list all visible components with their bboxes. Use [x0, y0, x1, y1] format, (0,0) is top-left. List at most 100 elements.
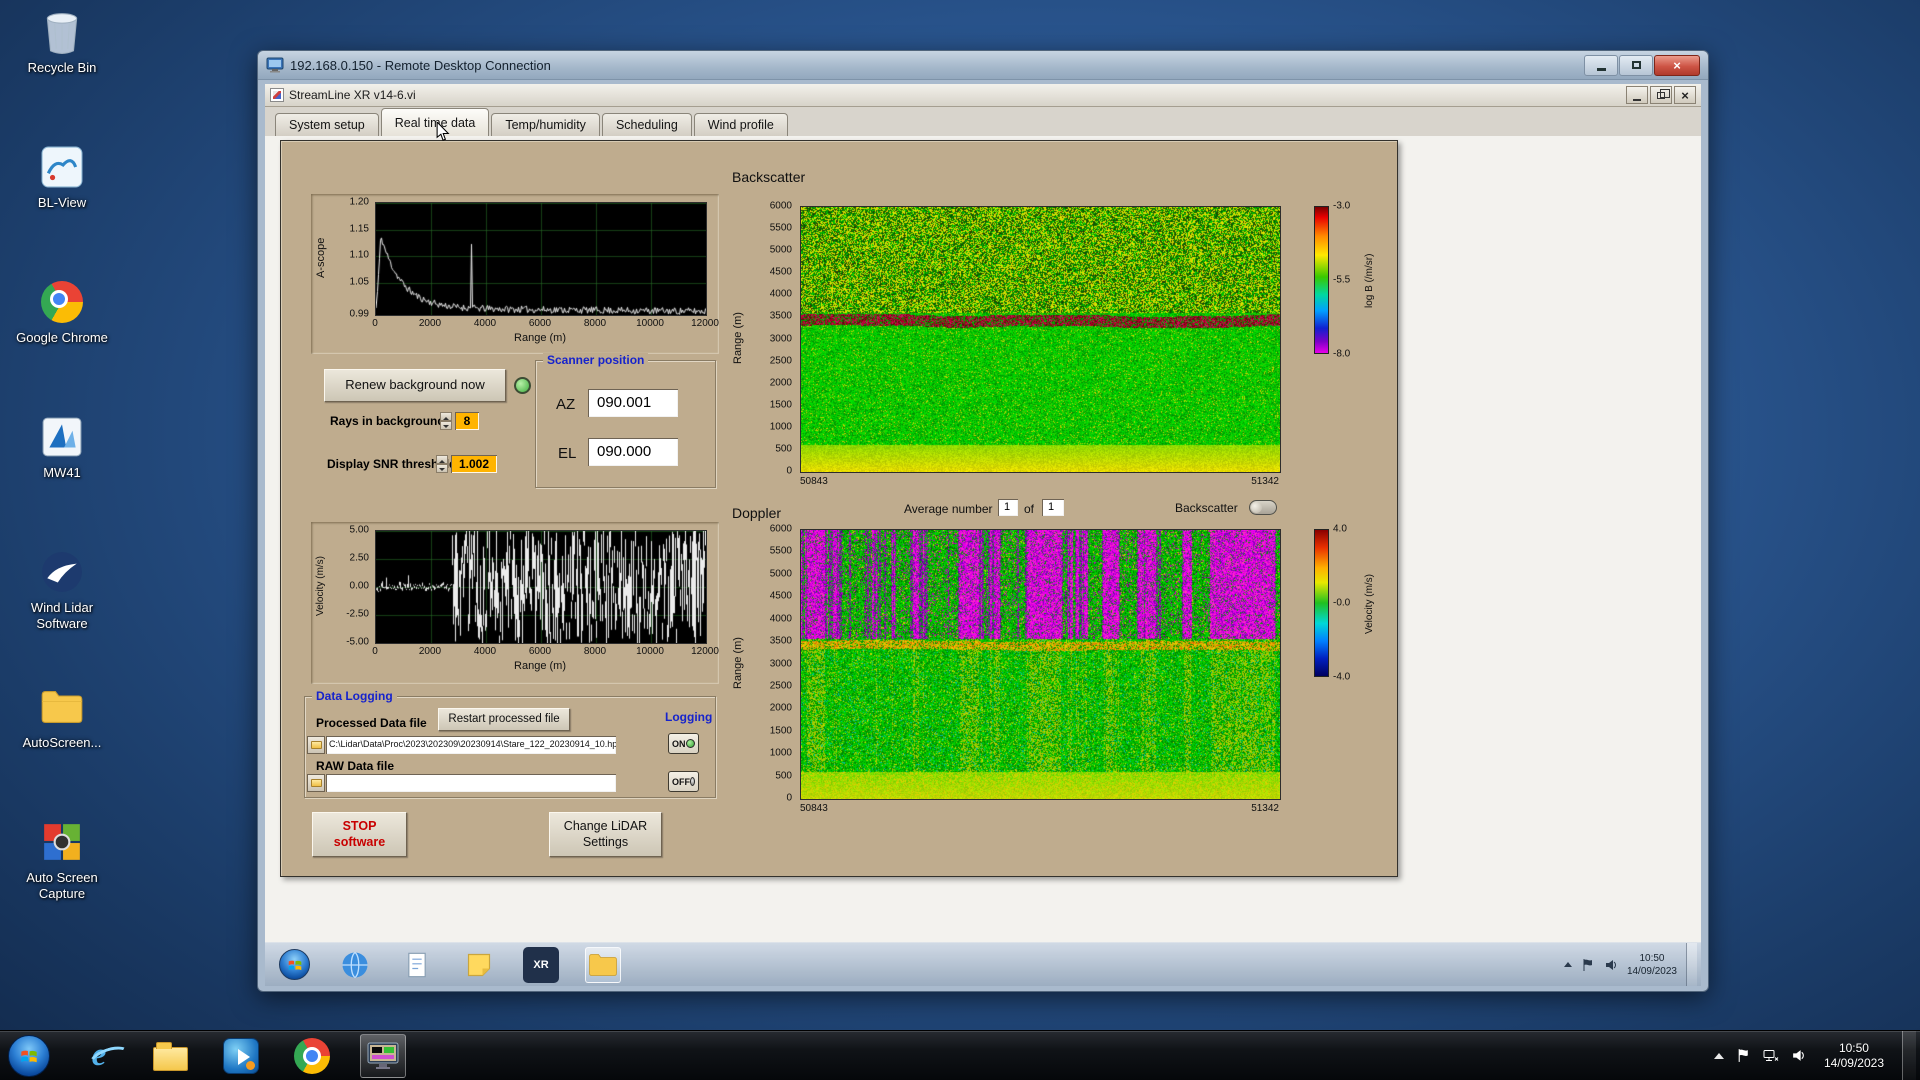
tab-temp-humidity[interactable]: Temp/humidity: [491, 113, 600, 136]
tick-label: 0.99: [349, 308, 369, 320]
velocity-y-axis-label: Velocity (m/s): [315, 556, 326, 617]
xr-app-icon: XR: [533, 958, 549, 971]
el-field[interactable]: 090.000: [588, 438, 678, 466]
app-restore-button[interactable]: [1650, 86, 1672, 104]
tab-scheduling[interactable]: Scheduling: [601, 113, 692, 136]
change-lidar-settings-button[interactable]: Change LiDAR Settings: [549, 812, 662, 857]
a-scope-x-ticks: 0 2000 4000 6000 8000 10000 12000: [372, 318, 719, 330]
clock-date: 14/09/2023: [1823, 1055, 1884, 1070]
processed-path-field[interactable]: C:\Lidar\Data\Proc\2023\202309\20230914\…: [326, 736, 616, 754]
tick-label: 10000: [636, 646, 664, 657]
decrement-icon[interactable]: [440, 421, 452, 430]
taskbar-item-chrome[interactable]: [289, 1034, 335, 1078]
remote-taskbar-xr-app[interactable]: XR: [523, 946, 559, 983]
network-icon[interactable]: [1763, 1048, 1779, 1063]
processed-logging-switch[interactable]: ON: [668, 733, 699, 754]
tick-label: 2000: [418, 646, 442, 657]
remote-taskbar-sticky-notes[interactable]: [461, 947, 497, 983]
wind-lidar-icon: [38, 548, 86, 596]
raw-logging-switch[interactable]: OFF: [668, 771, 699, 792]
app-title: StreamLine XR v14-6.vi: [289, 88, 416, 102]
desktop-icon-list: Recycle Bin BL-View Google Chrome MW41 W…: [10, 8, 114, 928]
rays-spinner[interactable]: [440, 412, 452, 430]
processed-path-browse-button[interactable]: [307, 736, 325, 754]
remote-clock[interactable]: 10:50 14/09/2023: [1627, 952, 1677, 978]
tick-label: 3500: [769, 635, 792, 647]
tray-caret-icon[interactable]: [1713, 1052, 1724, 1059]
start-button[interactable]: [8, 1034, 50, 1077]
backscatter-display-toggle[interactable]: [1249, 500, 1277, 515]
remote-tray-caret-icon[interactable]: [1563, 962, 1572, 967]
desktop-icon-label: BL-View: [37, 195, 87, 210]
tick-label: -0.0: [1333, 597, 1351, 609]
tick-label: -3.0: [1333, 200, 1351, 212]
taskbar-item-rdp-session[interactable]: [360, 1033, 406, 1078]
taskbar-item-windows-explorer[interactable]: [147, 1034, 193, 1078]
desktop-icon-autoscreen-folder[interactable]: AutoScreen...: [10, 683, 114, 793]
tick-label: 3000: [769, 658, 792, 669]
desktop-icon-google-chrome[interactable]: Google Chrome: [10, 278, 114, 388]
doppler-title: Doppler: [732, 505, 782, 521]
desktop-icon-wind-lidar[interactable]: Wind Lidar Software: [10, 548, 114, 658]
raw-path-field[interactable]: [326, 774, 616, 792]
taskbar-item-internet-explorer[interactable]: e: [76, 1034, 122, 1078]
remote-tray-volume-icon[interactable]: [1604, 958, 1618, 972]
rdp-icon: [266, 57, 284, 73]
taskbar-item-media-player[interactable]: [218, 1034, 264, 1078]
remote-taskbar-notepad[interactable]: [399, 947, 435, 983]
off-label: OFF: [672, 776, 690, 787]
desktop-icon-auto-screen-capture[interactable]: Auto Screen Capture: [10, 818, 114, 928]
az-field[interactable]: 090.001: [588, 389, 678, 417]
restart-processed-file-button[interactable]: Restart processed file: [438, 708, 570, 731]
rdp-close-button[interactable]: ×: [1654, 54, 1700, 76]
tick-label: 4500: [769, 590, 792, 602]
show-desktop-button[interactable]: [1902, 1031, 1916, 1080]
tick-label: 4000: [473, 646, 497, 657]
windows-flag-icon: [21, 1050, 37, 1062]
snr-threshold-field[interactable]: 1.002: [451, 455, 497, 473]
desktop-icon-bl-view[interactable]: BL-View: [10, 143, 114, 253]
action-center-flag-icon[interactable]: [1736, 1048, 1751, 1063]
tick-label: 1.10: [349, 249, 369, 261]
tick-label: 1.20: [349, 196, 369, 208]
desktop-icon-recycle-bin[interactable]: Recycle Bin: [10, 8, 114, 118]
vi-icon: [270, 88, 284, 102]
remote-tray-flag-icon[interactable]: [1581, 958, 1595, 972]
taskbar-clock[interactable]: 10:50 14/09/2023: [1824, 1041, 1884, 1071]
tick-label: 12000: [691, 646, 719, 657]
renew-background-button[interactable]: Renew background now: [324, 369, 506, 402]
remote-start-button[interactable]: [279, 949, 310, 980]
rdp-titlebar[interactable]: 192.168.0.150 - Remote Desktop Connectio…: [258, 51, 1708, 80]
change-button-line1: Change LiDAR: [563, 818, 648, 833]
average-total-field[interactable]: 1: [1042, 499, 1064, 516]
decrement-icon[interactable]: [436, 464, 448, 473]
sticky-note-icon: [467, 953, 491, 976]
volume-icon[interactable]: [1791, 1048, 1806, 1063]
tab-system-setup[interactable]: System setup: [275, 113, 379, 136]
increment-icon[interactable]: [440, 412, 452, 421]
front-panel: A-scope 1.20 1.15 1.10 1.05 0.99 0 2000 4000 60…: [280, 140, 1398, 877]
rays-in-background-field[interactable]: 8: [455, 412, 479, 430]
remote-taskbar-explorer-active[interactable]: [585, 946, 621, 983]
average-number-field[interactable]: 1: [998, 499, 1018, 516]
remote-taskbar-internet-explorer[interactable]: [337, 947, 373, 983]
tab-wind-profile[interactable]: Wind profile: [693, 113, 788, 136]
close-icon: ×: [1681, 87, 1689, 103]
tick-label: 0: [786, 465, 792, 477]
tick-label: 0.00: [349, 580, 369, 592]
snr-spinner[interactable]: [436, 455, 448, 473]
app-titlebar[interactable]: StreamLine XR v14-6.vi ×: [265, 84, 1701, 107]
tick-label: 1500: [769, 399, 792, 411]
remote-show-desktop-button[interactable]: [1686, 943, 1697, 986]
backscatter-heatmap: Range (m) 6000 5500 5000 4500 4000 3500 3000 25…: [730, 200, 1392, 503]
raw-path-browse-button[interactable]: [307, 774, 325, 792]
rdp-minimize-button[interactable]: [1584, 54, 1618, 76]
rdp-maximize-button[interactable]: [1619, 54, 1653, 76]
app-close-button[interactable]: ×: [1674, 86, 1696, 104]
stop-software-button[interactable]: STOP software: [312, 812, 407, 857]
logging-label: Logging: [665, 710, 713, 724]
desktop-icon-mw41[interactable]: MW41: [10, 413, 114, 523]
app-minimize-button[interactable]: [1626, 86, 1648, 104]
tab-bar: System setup Real time data Temp/humidit…: [265, 107, 1701, 136]
increment-icon[interactable]: [436, 455, 448, 464]
